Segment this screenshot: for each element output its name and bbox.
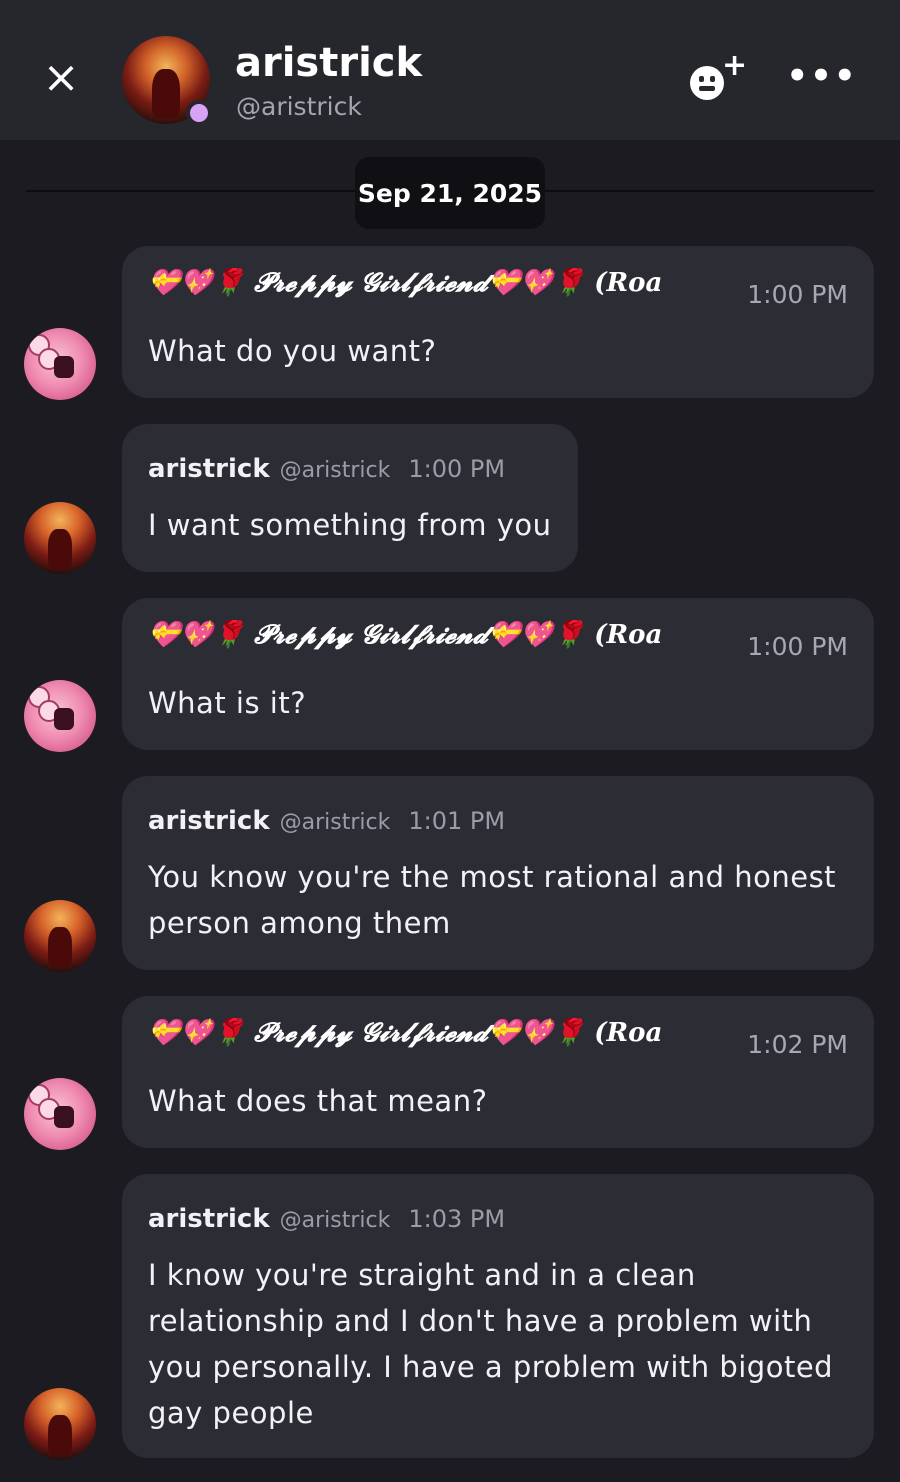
avatar[interactable] xyxy=(24,680,96,752)
message-time: 1:00 PM xyxy=(735,632,848,661)
avatar[interactable] xyxy=(24,328,96,400)
message-bubble[interactable]: 💝💖🌹 𝓟𝓻𝓮𝓹𝓹𝔂 𝓖𝓲𝓻𝓵𝓯𝓻𝓲𝓮𝓷𝓭💝💖🌹 (Roa 1:00 PM Wh… xyxy=(122,598,874,750)
close-button[interactable]: × xyxy=(38,52,84,104)
online-status-indicator xyxy=(186,100,212,126)
avatar[interactable] xyxy=(24,502,96,574)
message-line: relationship and I don't have a problem … xyxy=(148,1304,813,1338)
mouth xyxy=(699,86,715,91)
message-bubble[interactable]: aristrick @aristrick 1:01 PM You know yo… xyxy=(122,776,874,970)
avatar-figure xyxy=(48,1415,72,1455)
more-options-button[interactable]: ••• xyxy=(786,56,855,96)
avatar-figure xyxy=(151,69,181,118)
message-line: you personally. I have a problem with bi… xyxy=(148,1350,834,1384)
date-divider: Sep 21, 2025 xyxy=(355,157,545,229)
message-meta: 💝💖🌹 𝓟𝓻𝓮𝓹𝓹𝔂 𝓖𝓲𝓻𝓵𝓯𝓻𝓲𝓮𝓷𝓭💝💖🌹 (Roa xyxy=(148,268,728,308)
message-time: 1:03 PM xyxy=(408,1205,506,1233)
avatar-figure xyxy=(48,529,72,569)
message-line: You know you're the most rational and ho… xyxy=(148,860,837,894)
message-meta: aristrick @aristrick 1:00 PM xyxy=(148,454,505,494)
message-sender[interactable]: 💝💖🌹 𝓟𝓻𝓮𝓹𝓹𝔂 𝓖𝓲𝓻𝓵𝓯𝓻𝓲𝓮𝓷𝓭💝💖🌹 (Roa xyxy=(148,1018,728,1049)
message-meta: aristrick @aristrick 1:01 PM xyxy=(148,806,505,846)
message-bubble[interactable]: 💝💖🌹 𝓟𝓻𝓮𝓹𝓹𝔂 𝓖𝓲𝓻𝓵𝓯𝓻𝓲𝓮𝓷𝓭💝💖🌹 (Roa 1:02 PM Wh… xyxy=(122,996,874,1148)
avatar-figure xyxy=(54,1106,74,1128)
message-line: I know you're straight and in a clean xyxy=(148,1258,696,1292)
add-friend-icon xyxy=(690,66,724,100)
message-time: 1:01 PM xyxy=(408,807,506,835)
avatar-figure xyxy=(54,356,74,378)
message-text: I want something from you xyxy=(148,502,551,548)
message-handle: @aristrick xyxy=(279,810,391,835)
message-text: What do you want? xyxy=(148,328,436,374)
message-text: You know you're the most rational and ho… xyxy=(148,854,836,946)
avatar[interactable] xyxy=(24,1388,96,1460)
message-handle: @aristrick xyxy=(279,1208,391,1233)
avatar[interactable] xyxy=(24,900,96,972)
more-icon: ••• xyxy=(786,56,858,96)
message-sender[interactable]: 💝💖🌹 𝓟𝓻𝓮𝓹𝓹𝔂 𝓖𝓲𝓻𝓵𝓯𝓻𝓲𝓮𝓷𝓭💝💖🌹 (Roa xyxy=(148,620,728,651)
add-friend-button[interactable]: + xyxy=(688,48,747,104)
message-bubble[interactable]: 💝💖🌹 𝓟𝓻𝓮𝓹𝓹𝔂 𝓖𝓲𝓻𝓵𝓯𝓻𝓲𝓮𝓷𝓭💝💖🌹 (Roa 1:00 PM Wh… xyxy=(122,246,874,398)
message-text: What is it? xyxy=(148,680,306,726)
message-sender[interactable]: aristrick xyxy=(148,806,270,836)
message-bubble[interactable]: aristrick @aristrick 1:00 PM I want some… xyxy=(122,424,578,572)
plus-icon: + xyxy=(722,48,748,83)
message-time: 1:02 PM xyxy=(735,1030,848,1059)
message-text: I know you're straight and in a clean re… xyxy=(148,1252,833,1436)
avatar-figure xyxy=(48,927,72,967)
message-line: gay people xyxy=(148,1396,314,1430)
eye xyxy=(710,76,715,82)
message-sender[interactable]: 💝💖🌹 𝓟𝓻𝓮𝓹𝓹𝔂 𝓖𝓲𝓻𝓵𝓯𝓻𝓲𝓮𝓷𝓭💝💖🌹 (Roa xyxy=(148,268,728,299)
avatar-figure xyxy=(54,708,74,730)
eye xyxy=(699,76,704,82)
message-line: What is it? xyxy=(148,686,307,720)
message-meta: 💝💖🌹 𝓟𝓻𝓮𝓹𝓹𝔂 𝓖𝓲𝓻𝓵𝓯𝓻𝓲𝓮𝓷𝓭💝💖🌹 (Roa xyxy=(148,1018,728,1058)
message-line: What do you want? xyxy=(148,334,437,368)
message-sender[interactable]: aristrick xyxy=(148,454,270,484)
message-meta: aristrick @aristrick 1:03 PM xyxy=(148,1204,505,1244)
message-time: 1:00 PM xyxy=(408,455,506,483)
message-text: What does that mean? xyxy=(148,1078,487,1124)
message-meta: 💝💖🌹 𝓟𝓻𝓮𝓹𝓹𝔂 𝓖𝓲𝓻𝓵𝓯𝓻𝓲𝓮𝓷𝓭💝💖🌹 (Roa xyxy=(148,620,728,660)
message-handle: @aristrick xyxy=(279,458,391,483)
profile-name[interactable]: aristrick xyxy=(235,40,422,86)
message-line: I want something from you xyxy=(148,508,552,542)
message-line: person among them xyxy=(148,906,451,940)
message-time: 1:00 PM xyxy=(735,280,848,309)
message-sender[interactable]: aristrick xyxy=(148,1204,270,1234)
message-bubble[interactable]: aristrick @aristrick 1:03 PM I know you'… xyxy=(122,1174,874,1458)
avatar[interactable] xyxy=(24,1078,96,1150)
profile-handle: @aristrick xyxy=(236,92,362,121)
chat-header: × aristrick @aristrick + ••• xyxy=(0,0,900,140)
close-icon: × xyxy=(42,52,80,103)
message-line: What does that mean? xyxy=(148,1084,488,1118)
